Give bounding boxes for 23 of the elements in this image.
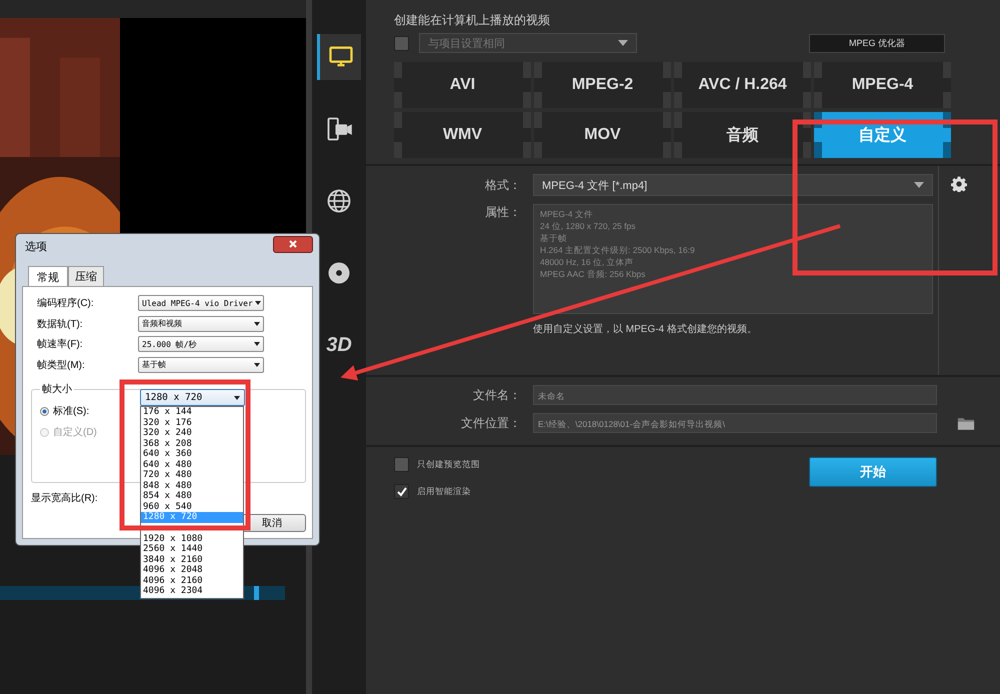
dialog-title: 选项 — [24, 240, 47, 254]
field-label: 帧类型(M): — [37, 358, 86, 372]
field-label: 属性： — [484, 204, 521, 221]
field-label: 数据轨(T): — [37, 318, 84, 331]
radio-label: 自定义(D) — [53, 426, 97, 439]
field-label: 格式： — [484, 176, 521, 194]
field-label: 编码程序(C): — [37, 296, 95, 310]
property-text: 24 位, 1280 x 720, 25 fps — [540, 220, 636, 232]
section-title: 创建能在计算机上播放的视频 — [394, 12, 551, 29]
property-text: 基于帧 — [540, 232, 568, 244]
field-label: 文件名： — [472, 386, 521, 404]
checkbox-label: 只创建预览范围 — [417, 458, 480, 470]
description-text: 使用自定义设置，以 MPEG-4 格式创建您的视频。 — [532, 322, 758, 336]
property-text: MPEG-4 文件 — [540, 208, 594, 220]
checkbox-label: 启用智能渲染 — [417, 486, 471, 498]
radio-label: 标准(S): — [53, 404, 90, 418]
property-text: MPEG AAC 音频: 256 Kbps — [540, 268, 646, 280]
field-label: 帧速率(F): — [37, 338, 84, 352]
field-label: 文件位置： — [460, 414, 521, 432]
property-text: 48000 Hz, 16 位, 立体声 — [540, 256, 635, 268]
field-label: 显示宽高比(R): — [31, 493, 98, 504]
property-text: H.264 主配置文件级别: 2500 Kbps, 16:9 — [540, 244, 696, 256]
group-title: 帧大小 — [40, 382, 74, 396]
